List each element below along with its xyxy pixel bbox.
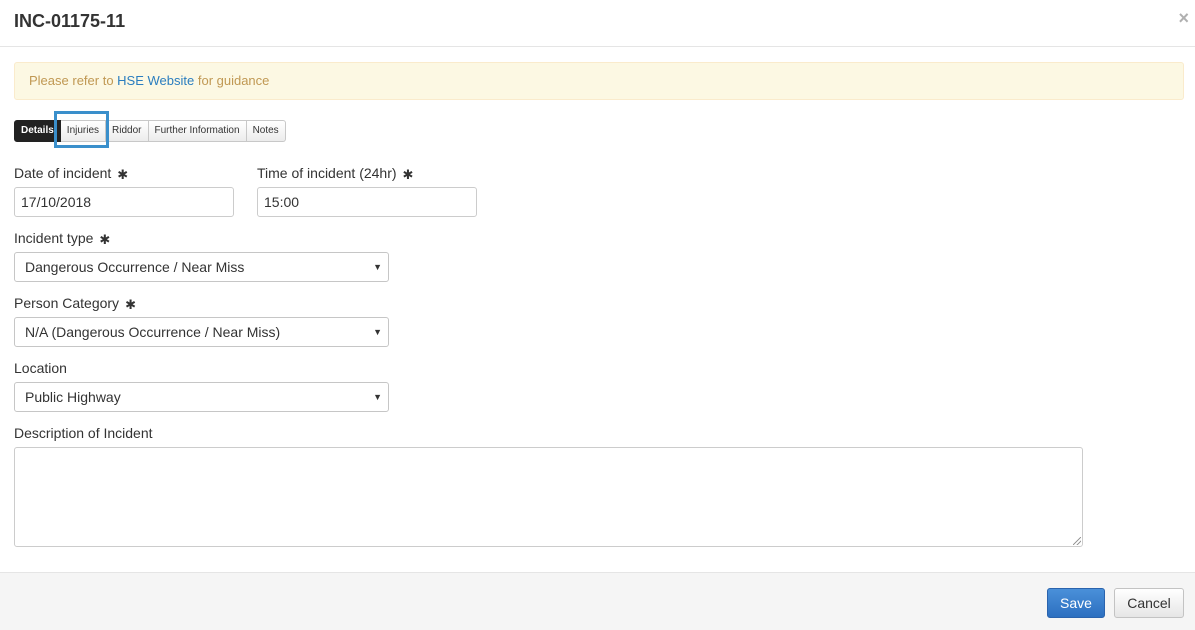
time-of-incident-label: Time of incident (24hr) ✱ xyxy=(257,165,413,183)
required-icon: ✱ xyxy=(125,297,136,312)
incident-type-label: Incident type ✱ xyxy=(14,230,110,248)
time-label-text: Time of incident (24hr) xyxy=(257,165,397,181)
location-label: Location xyxy=(14,360,67,376)
tab-notes[interactable]: Notes xyxy=(246,120,286,142)
description-textarea[interactable] xyxy=(14,447,1083,547)
close-icon[interactable]: × xyxy=(1178,9,1189,27)
person-category-value: N/A (Dangerous Occurrence / Near Miss) xyxy=(25,324,281,340)
required-icon: ✱ xyxy=(117,167,129,182)
tab-details[interactable]: Details xyxy=(14,120,61,142)
hse-website-link[interactable]: HSE Website xyxy=(117,73,194,88)
date-label-text: Date of incident xyxy=(14,165,112,181)
alert-suffix-text: for guidance xyxy=(194,73,270,88)
time-of-incident-input[interactable]: 15:00 xyxy=(257,187,477,217)
guidance-alert: Please refer to HSE Website for guidance xyxy=(14,62,1184,100)
resize-handle-icon[interactable] xyxy=(1073,537,1081,545)
cancel-button[interactable]: Cancel xyxy=(1114,588,1184,618)
chevron-down-icon: ▼ xyxy=(373,392,382,402)
tab-injuries[interactable]: Injuries xyxy=(60,120,107,142)
incident-type-value: Dangerous Occurrence / Near Miss xyxy=(25,259,245,275)
chevron-down-icon: ▼ xyxy=(373,262,382,272)
required-icon: ✱ xyxy=(99,232,111,247)
save-button[interactable]: Save xyxy=(1047,588,1105,618)
location-select[interactable]: Public Highway ▼ xyxy=(14,382,389,412)
chevron-down-icon: ▼ xyxy=(373,327,382,337)
modal-footer: Save Cancel xyxy=(0,572,1195,630)
modal-header: INC-01175-11 × xyxy=(0,0,1195,47)
incident-type-label-text: Incident type xyxy=(14,230,94,246)
modal-title: INC-01175-11 xyxy=(14,11,126,31)
tab-riddor[interactable]: Riddor xyxy=(106,120,149,142)
tab-bar: Details Injuries Riddor Further Informat… xyxy=(14,120,286,142)
incident-type-select[interactable]: Dangerous Occurrence / Near Miss ▼ xyxy=(14,252,389,282)
description-label: Description of Incident xyxy=(14,425,153,441)
location-value: Public Highway xyxy=(25,389,121,405)
person-category-label-text: Person Category xyxy=(14,295,120,311)
required-icon: ✱ xyxy=(402,167,414,182)
person-category-select[interactable]: N/A (Dangerous Occurrence / Near Miss) ▼ xyxy=(14,317,389,347)
date-of-incident-input[interactable]: 17/10/2018 xyxy=(14,187,234,217)
tab-further-information[interactable]: Further Information xyxy=(148,120,247,142)
alert-prefix-text: Please refer to xyxy=(29,73,118,88)
person-category-label: Person Category ✱ xyxy=(14,295,136,313)
date-of-incident-label: Date of incident ✱ xyxy=(14,165,128,183)
